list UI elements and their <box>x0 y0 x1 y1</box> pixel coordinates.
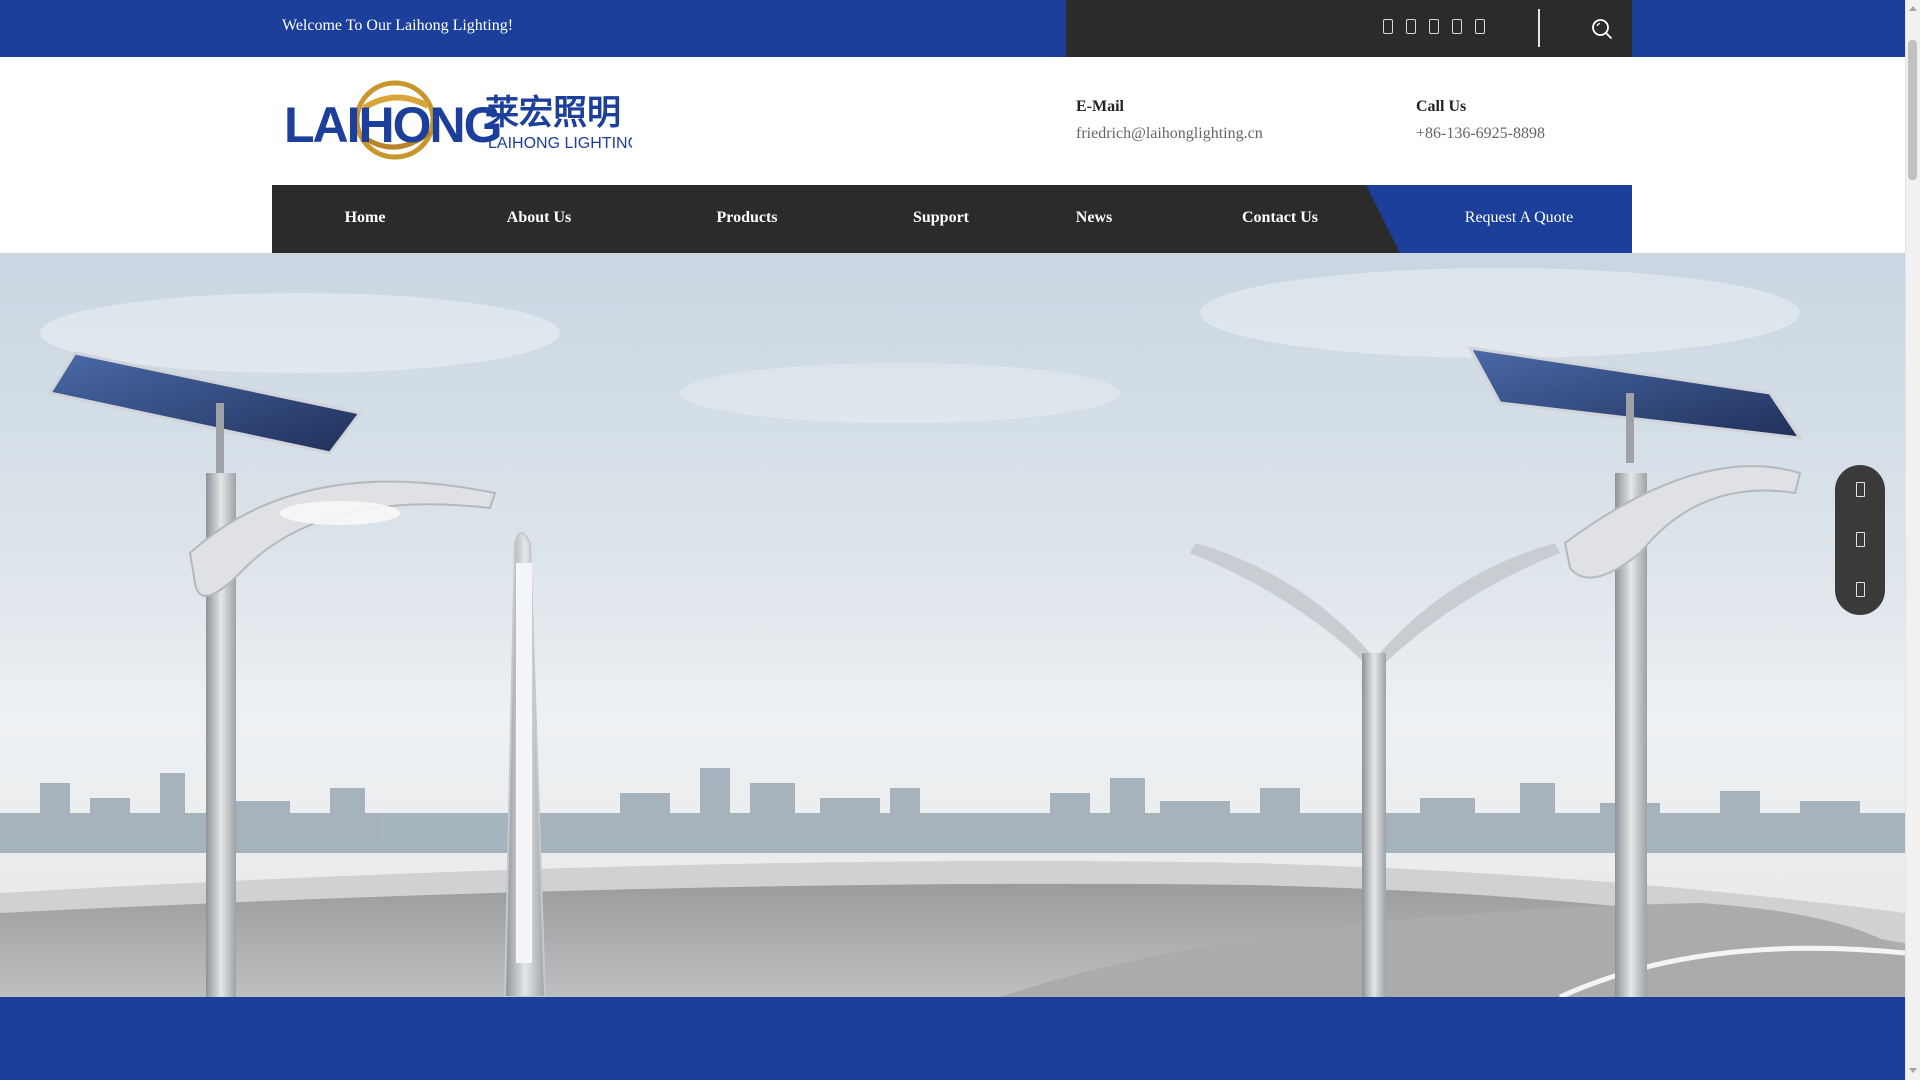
logo-brand-sub: LAIHONG LIGHTING <box>488 135 632 152</box>
youtube-icon[interactable] <box>1452 19 1462 34</box>
welcome-text: Welcome To Our Laihong Lighting! <box>282 17 514 34</box>
nav-home[interactable]: Home <box>345 209 386 227</box>
scroll-down-arrow[interactable] <box>1909 1068 1917 1073</box>
floating-contact-tools <box>1835 465 1885 615</box>
top-bar-divider <box>1538 9 1540 47</box>
search-button[interactable] <box>1590 17 1614 41</box>
logo[interactable]: LAIHONG 莱宏照明 LAIHONG LIGHTING <box>282 80 640 164</box>
nav-support[interactable]: Support <box>913 209 969 227</box>
phone-contact: Call Us +86-136-6925-8898 <box>1416 98 1545 143</box>
instagram-icon[interactable] <box>1475 19 1485 34</box>
message-icon[interactable] <box>1856 582 1865 597</box>
hero-image <box>0 253 1905 997</box>
logo-brand-latin: LAIHONG <box>284 97 501 153</box>
twitter-icon[interactable] <box>1406 19 1416 34</box>
hero-banner <box>0 253 1905 997</box>
linkedin-icon[interactable] <box>1429 19 1439 34</box>
nav-news[interactable]: News <box>1076 209 1112 227</box>
main-nav: Home About Us Products Support News Cont… <box>272 185 1632 253</box>
social-links <box>1383 19 1485 34</box>
search-icon <box>1592 19 1612 39</box>
email-value[interactable]: friedrich@laihonglighting.cn <box>1076 125 1263 143</box>
email-icon[interactable] <box>1856 482 1865 497</box>
logo-brand-chinese: 莱宏照明 <box>485 93 621 133</box>
email-contact: E-Mail friedrich@laihonglighting.cn <box>1076 98 1263 143</box>
email-label: E-Mail <box>1076 98 1124 115</box>
phone-label: Call Us <box>1416 98 1467 115</box>
request-quote-label[interactable]: Request A Quote <box>1465 209 1573 227</box>
top-bar: Welcome To Our Laihong Lighting! <box>0 0 1905 57</box>
nav-about-us[interactable]: About Us <box>507 209 571 227</box>
top-bar-dark-panel <box>1066 0 1632 57</box>
nav-products[interactable]: Products <box>716 209 777 227</box>
phone-icon[interactable] <box>1856 532 1865 547</box>
nav-contact-us[interactable]: Contact Us <box>1242 209 1318 227</box>
phone-value[interactable]: +86-136-6925-8898 <box>1416 125 1545 143</box>
scrollbar-thumb[interactable] <box>1908 40 1917 180</box>
scroll-up-arrow[interactable] <box>1909 6 1917 11</box>
bottom-section <box>0 997 1905 1080</box>
facebook-icon[interactable] <box>1383 19 1393 34</box>
